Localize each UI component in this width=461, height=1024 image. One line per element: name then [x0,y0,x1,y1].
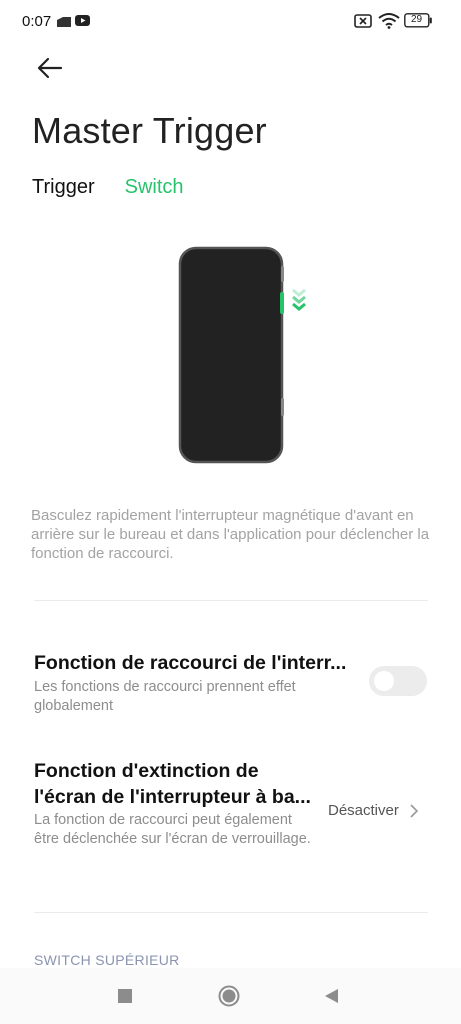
shortcut-function-title: Fonction de raccourci de l'interr... [34,652,347,674]
tab-switch[interactable]: Switch [125,176,184,199]
phone-illustration [170,240,320,470]
screen-off-function-select[interactable]: Désactiver [328,802,419,819]
back-button[interactable] [34,54,66,82]
wifi-icon [378,13,400,29]
divider [34,600,428,601]
home-icon[interactable] [218,985,240,1007]
shortcut-function-subtitle: Les fonctions de raccourci prennent effe… [34,679,296,714]
screen-off-function-title: Fonction d'extinction de l'écran de l'in… [34,760,311,808]
arrow-left-icon [37,57,63,79]
message-icon [57,17,71,27]
chevron-down-icon [292,288,306,311]
page-title: Master Trigger [32,110,267,151]
feature-description: Basculez rapidement l'interrupteur magné… [31,507,430,562]
section-label: SWITCH SUPÉRIEUR [34,952,180,968]
no-sim-icon [354,14,372,28]
divider [34,912,428,913]
status-bar: 0:07 29 [0,0,461,44]
battery-level: 29 [410,14,423,25]
tab-bar: Trigger Switch [32,176,184,199]
screen-off-function-subtitle: La fonction de raccourci peut également … [34,812,311,847]
status-time: 0:07 [22,13,52,30]
shortcut-function-toggle[interactable] [369,666,427,696]
back-triangle-icon[interactable] [323,988,339,1004]
tab-trigger[interactable]: Trigger [32,176,95,199]
navigation-bar [0,968,461,1024]
youtube-icon [75,15,90,26]
battery-icon: 29 [404,13,432,28]
screen-off-function-value: Désactiver [328,802,399,819]
chevron-right-icon [410,803,418,818]
recents-icon[interactable] [118,989,132,1003]
toggle-knob [374,671,394,691]
